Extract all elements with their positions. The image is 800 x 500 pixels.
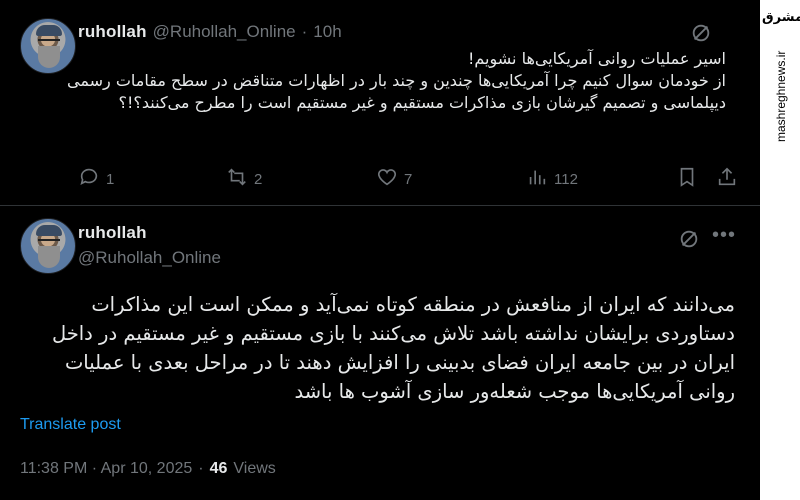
translate-link[interactable]: Translate post: [20, 416, 121, 434]
like-count: 7: [404, 170, 413, 188]
avatar-glasses: [38, 39, 60, 44]
tweet-text: می‌دانند که ایران از منافعش در منطقه کوت…: [51, 293, 735, 403]
avatar-glasses: [38, 239, 60, 244]
grok-icon[interactable]: [678, 228, 700, 250]
share-icon: [716, 166, 738, 192]
reply-button[interactable]: 1: [78, 166, 114, 192]
like-button[interactable]: 7: [376, 166, 412, 192]
avatar-cap: [36, 25, 62, 36]
grok-icon[interactable]: [690, 22, 712, 44]
separator-dot: ·: [301, 22, 308, 41]
watermark-url: mashreghnews.ir: [774, 50, 788, 142]
timestamp[interactable]: 11:38 PM · Apr 10, 2025: [20, 460, 192, 478]
separator-dot: ·: [198, 460, 204, 477]
user-handle[interactable]: @Ruhollah_Online: [153, 22, 296, 42]
more-icon[interactable]: •••: [712, 224, 736, 247]
views-button[interactable]: 112: [526, 166, 578, 192]
views-label: Views: [233, 460, 276, 477]
heart-icon: [376, 166, 398, 192]
repost-icon: [226, 166, 248, 192]
bookmark-icon: [676, 166, 698, 192]
watermark-strip: مشرق mashreghnews.ir: [760, 0, 800, 500]
tweet-feed-item[interactable]: ruhollah @Ruhollah_Online · 10h اسیر عمل…: [0, 0, 760, 205]
share-button[interactable]: [716, 166, 738, 192]
bookmark-button[interactable]: [676, 166, 698, 192]
display-name[interactable]: ruhollah: [78, 22, 147, 42]
avatar-cap: [36, 225, 62, 236]
repost-button[interactable]: 2: [226, 166, 262, 192]
action-bar: 1 2 7 112: [78, 166, 738, 194]
post-time[interactable]: 10h: [313, 22, 341, 42]
tweet-header: ruhollah @Ruhollah_Online · 10h: [78, 22, 342, 42]
views-count: 46: [209, 460, 228, 477]
avatar-beard: [38, 46, 60, 68]
views-count: 112: [554, 170, 578, 188]
views-icon: [526, 166, 548, 192]
repost-count: 2: [254, 170, 263, 188]
tweet-text: اسیر عملیات روانی آمریکایی‌ها نشویم! از …: [67, 49, 726, 112]
avatar-beard: [38, 246, 60, 268]
avatar[interactable]: [20, 218, 76, 274]
user-handle[interactable]: @Ruhollah_Online: [78, 248, 221, 268]
reply-count: 1: [106, 170, 115, 188]
tweet-meta: 11:38 PM · Apr 10, 2025 · 46 Views: [20, 460, 276, 478]
reply-icon: [78, 166, 100, 192]
display-name[interactable]: ruhollah: [78, 223, 147, 243]
